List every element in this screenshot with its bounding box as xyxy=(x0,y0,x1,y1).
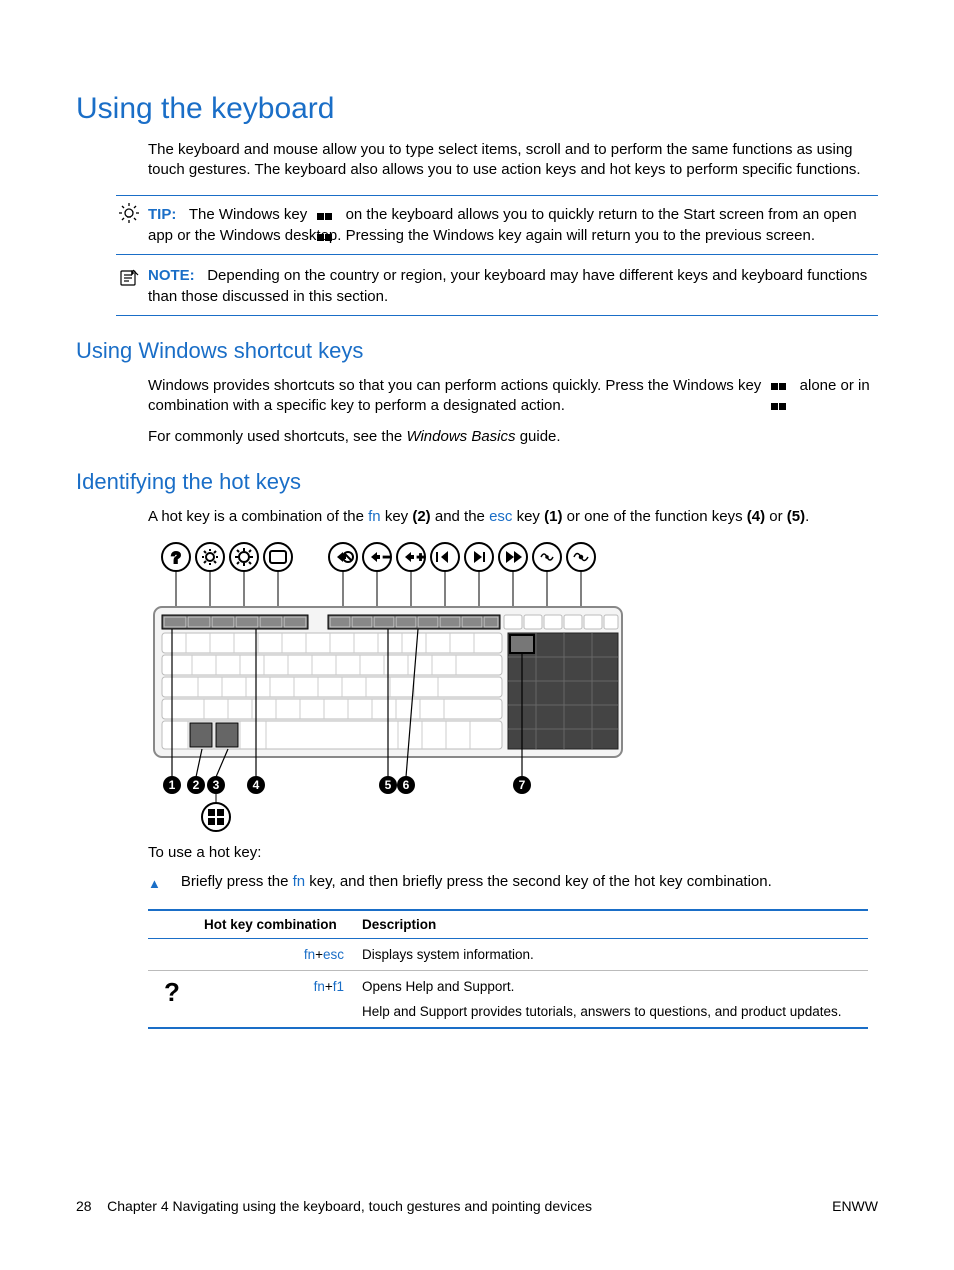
shortcut-p1-before: Windows provides shortcuts so that you c… xyxy=(148,377,761,394)
note-label: NOTE: xyxy=(148,267,195,284)
windows-key-icon xyxy=(771,377,789,395)
note-callout: NOTE: Depending on the country or region… xyxy=(116,261,878,316)
svg-text:7: 7 xyxy=(519,778,526,792)
hotkeys-sentence: A hot key is a combination of the fn key… xyxy=(148,507,878,527)
chapter-title: Chapter 4 Navigating using the keyboard,… xyxy=(107,1198,592,1214)
table-row: ? fn+f1 Opens Help and Support. Help and… xyxy=(148,971,868,1029)
svg-text:3: 3 xyxy=(213,778,220,792)
svg-text:6: 6 xyxy=(403,778,410,792)
intro-paragraph: The keyboard and mouse allow you to type… xyxy=(148,140,878,181)
triangle-bullet-icon: ▲ xyxy=(148,875,161,893)
keyboard-diagram: ? − + xyxy=(148,537,878,837)
lightbulb-icon xyxy=(116,202,142,224)
svg-text:+: + xyxy=(417,550,424,564)
hotkeys-table: Hot key combination Description fn+esc D… xyxy=(148,909,868,1029)
windows-key-icon xyxy=(317,206,335,224)
tip-callout: TIP: The Windows key on the keyboard all… xyxy=(116,195,878,255)
page-footer: 28 Chapter 4 Navigating using the keyboa… xyxy=(76,1198,878,1214)
svg-text:2: 2 xyxy=(193,778,200,792)
svg-text:1: 1 xyxy=(169,778,176,792)
to-use-label: To use a hot key: xyxy=(148,843,878,863)
shortcut-p2: For commonly used shortcuts, see the Win… xyxy=(148,427,878,447)
page-number: 28 xyxy=(76,1198,92,1214)
hotkey-step: ▲ Briefly press the fn key, and then bri… xyxy=(148,873,878,893)
table-cell-desc: Displays system information. xyxy=(362,939,868,971)
section-shortcut-title: Using Windows shortcut keys xyxy=(76,338,878,364)
tip-label: TIP: xyxy=(148,206,176,223)
footer-right: ENWW xyxy=(832,1198,878,1214)
svg-text:?: ? xyxy=(171,550,181,567)
svg-text:5: 5 xyxy=(385,778,392,792)
svg-text:−: − xyxy=(383,550,390,564)
tip-text-before: The Windows key xyxy=(189,206,307,223)
shortcut-p1: Windows provides shortcuts so that you c… xyxy=(148,376,878,417)
table-header-combo: Hot key combination xyxy=(204,910,362,939)
page-title: Using the keyboard xyxy=(76,92,878,126)
section-hotkeys-title: Identifying the hot keys xyxy=(76,469,878,495)
table-cell-desc: Opens Help and Support. Help and Support… xyxy=(362,971,868,1029)
help-icon: ? xyxy=(164,979,180,1005)
note-text: Depending on the country or region, your… xyxy=(148,267,867,305)
table-row: fn+esc Displays system information. xyxy=(148,939,868,971)
svg-text:4: 4 xyxy=(253,778,260,792)
table-header-desc: Description xyxy=(362,910,868,939)
note-icon xyxy=(116,267,142,289)
